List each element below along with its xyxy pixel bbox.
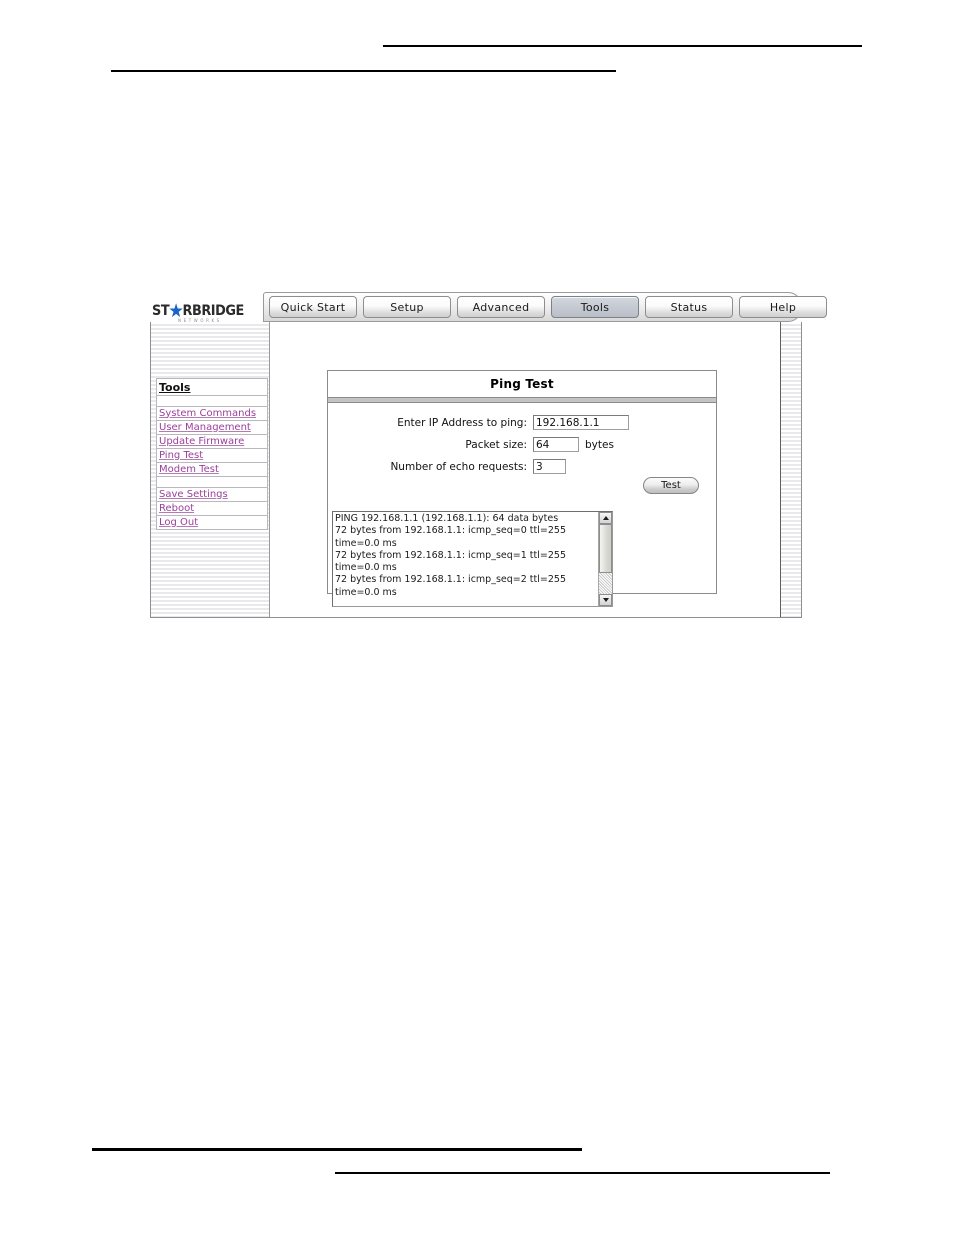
- sidebar-item-ping-test[interactable]: Ping Test: [156, 448, 268, 463]
- panel-title: Ping Test: [490, 377, 554, 391]
- sidebar-item-label: Save Settings: [159, 488, 228, 500]
- sidebar-item-reboot[interactable]: Reboot: [156, 501, 268, 516]
- ping-form: Enter IP Address to ping: Packet size: b…: [328, 403, 716, 607]
- tab-status[interactable]: Status: [645, 296, 733, 318]
- field-row-echo-requests: Number of echo requests:: [328, 459, 716, 474]
- tab-tools[interactable]: Tools: [551, 296, 639, 318]
- triangle-down-icon: [602, 598, 609, 602]
- main-content: Ping Test Enter IP Address to ping: Pack…: [269, 322, 781, 617]
- sidebar-menu: Tools System Commands User Management Up…: [156, 378, 268, 530]
- test-button-wrap: Test: [643, 477, 699, 494]
- ip-address-input[interactable]: [533, 415, 629, 430]
- sidebar-item-user-management[interactable]: User Management: [156, 420, 268, 435]
- sidebar-item-modem-test[interactable]: Modem Test: [156, 462, 268, 477]
- brand-text-part2: RBRIDGE: [182, 302, 245, 319]
- sidebar-item-log-out[interactable]: Log Out: [156, 515, 268, 530]
- sidebar-item-label: Update Firmware: [159, 435, 245, 447]
- field-row-packet-size: Packet size: bytes: [328, 437, 716, 452]
- nav-tabs: Quick Start Setup Advanced Tools Status …: [263, 292, 827, 324]
- header-rule-top: [383, 45, 862, 47]
- ping-test-panel: Ping Test Enter IP Address to ping: Pack…: [327, 370, 717, 607]
- tab-label: Tools: [580, 300, 610, 314]
- packet-size-input[interactable]: [533, 437, 579, 452]
- echo-requests-label: Number of echo requests:: [390, 460, 527, 473]
- triangle-up-icon: [602, 516, 609, 520]
- sidebar-item-label: User Management: [159, 421, 251, 433]
- sidebar-item-save-settings[interactable]: Save Settings: [156, 487, 268, 502]
- router-admin-window: ST★RBRIDGE NETWORKS Quick Start Setup Ad…: [150, 292, 827, 618]
- sidebar-item-system-commands[interactable]: System Commands: [156, 406, 268, 421]
- sidebar-item-label: Log Out: [159, 516, 199, 528]
- tab-label: Status: [670, 300, 708, 314]
- packet-size-label: Packet size:: [465, 438, 527, 451]
- echo-requests-input[interactable]: [533, 459, 566, 474]
- tab-quick-start[interactable]: Quick Start: [269, 296, 357, 318]
- footer-rule-bottom: [335, 1172, 830, 1174]
- tab-advanced[interactable]: Advanced: [457, 296, 545, 318]
- tab-label: Help: [769, 300, 797, 314]
- tab-label: Advanced: [472, 300, 530, 314]
- ping-output-text: PING 192.168.1.1 (192.168.1.1): 64 data …: [335, 513, 566, 598]
- tab-label: Setup: [390, 300, 424, 314]
- scroll-up-button[interactable]: [599, 512, 612, 524]
- tab-help[interactable]: Help: [739, 296, 827, 318]
- sidebar-item-label: System Commands: [159, 407, 257, 419]
- scroll-down-button[interactable]: [599, 594, 612, 606]
- sidebar-heading-label: Tools: [159, 380, 191, 394]
- header-rule-bottom: [111, 70, 616, 72]
- starbridge-logo: ST★RBRIDGE NETWORKS: [152, 300, 264, 322]
- packet-size-unit: bytes: [585, 438, 614, 451]
- window-body: Tools System Commands User Management Up…: [150, 322, 802, 618]
- tab-label: Quick Start: [280, 300, 346, 314]
- scrollbar-thumb[interactable]: [599, 524, 612, 573]
- sidebar-heading: Tools: [156, 378, 268, 396]
- brand-text-part1: ST: [152, 302, 170, 319]
- tab-setup[interactable]: Setup: [363, 296, 451, 318]
- ip-label: Enter IP Address to ping:: [397, 416, 527, 429]
- ping-output-area[interactable]: PING 192.168.1.1 (192.168.1.1): 64 data …: [332, 511, 613, 607]
- sidebar-item-label: Modem Test: [159, 463, 219, 475]
- test-button[interactable]: Test: [643, 477, 699, 494]
- field-row-ip: Enter IP Address to ping:: [328, 415, 716, 430]
- right-gutter-background: [781, 322, 801, 617]
- output-scrollbar[interactable]: [598, 512, 612, 606]
- tab-strip: ST★RBRIDGE NETWORKS Quick Start Setup Ad…: [150, 292, 827, 324]
- sidebar-item-label: Ping Test: [159, 449, 204, 461]
- footer-rule-top: [92, 1148, 582, 1151]
- sidebar-item-update-firmware[interactable]: Update Firmware: [156, 434, 268, 449]
- scrollbar-track[interactable]: [599, 524, 612, 594]
- sidebar-item-label: Reboot: [159, 502, 195, 514]
